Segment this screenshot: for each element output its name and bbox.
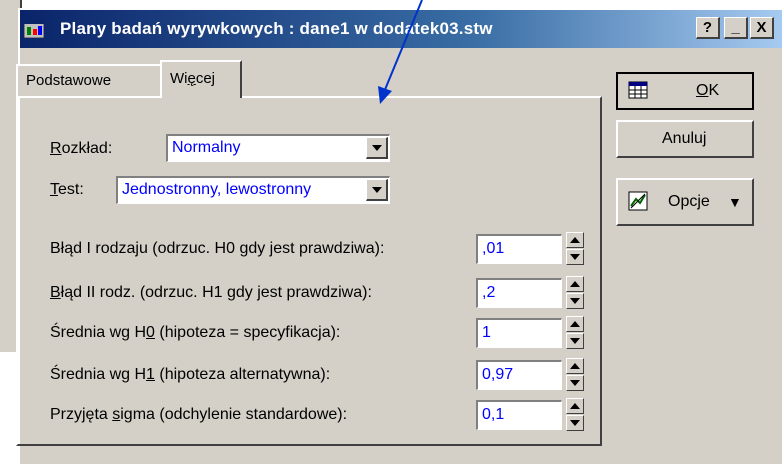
cancel-button[interactable]: Anuluj [616, 120, 754, 158]
help-button[interactable]: ? [696, 17, 720, 39]
ok-label: K [708, 82, 720, 99]
options-icon [628, 191, 648, 211]
tab-label: cej [195, 70, 216, 87]
table-icon [628, 81, 648, 99]
window-title: Plany badań wyrywkowych : dane1 w dodate… [60, 19, 493, 38]
tab-label-accel: ę [187, 70, 196, 87]
title-bar[interactable]: Plany badań wyrywkowych : dane1 w dodate… [20, 10, 782, 48]
tab-podstawowe[interactable]: Podstawowe [16, 64, 164, 96]
tab-label: Wi [170, 70, 188, 87]
cancel-label: Anuluj [662, 130, 707, 147]
dropdown-arrow-icon: ▼ [728, 194, 742, 210]
minimize-button[interactable]: _ [724, 17, 748, 39]
options-button[interactable]: Opcje ▼ [616, 178, 754, 226]
tab-panel [16, 96, 602, 446]
window-app-icon [24, 20, 44, 38]
ok-label-accel: O [696, 82, 709, 99]
close-button[interactable]: X [750, 17, 774, 39]
tab-wiecej[interactable]: Więcej [160, 60, 242, 98]
tab-label: Podstawowe [26, 72, 112, 89]
ok-button[interactable]: OK [616, 72, 754, 110]
options-label: Opcje [668, 193, 710, 210]
